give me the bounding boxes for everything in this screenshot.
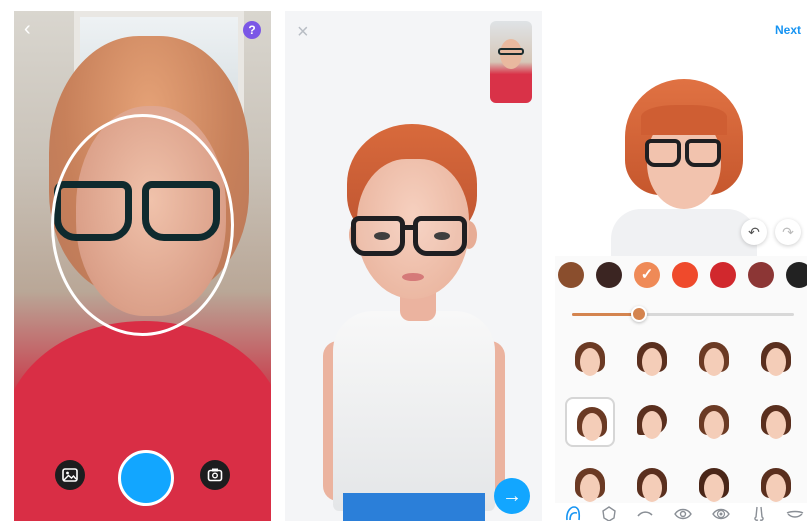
feature-tab-bar	[555, 503, 807, 521]
color-swatch[interactable]	[786, 262, 807, 288]
hair-icon[interactable]	[563, 505, 583, 521]
hairstyle-option[interactable]	[627, 334, 677, 384]
color-swatch-selected[interactable]: ✓	[634, 262, 660, 288]
hairstyle-option[interactable]	[689, 397, 739, 447]
avatar-glasses-bridge	[403, 225, 415, 230]
next-arrow-button[interactable]: →	[494, 478, 530, 514]
color-swatch[interactable]	[672, 262, 698, 288]
hair-shade-slider-knob[interactable]	[630, 306, 647, 322]
hairstyle-face	[582, 413, 602, 441]
hairstyle-face	[704, 411, 724, 439]
check-icon: ✓	[640, 266, 654, 283]
eye-icon[interactable]	[673, 505, 693, 521]
mouth-icon[interactable]	[785, 505, 805, 521]
hairstyle-face	[704, 348, 724, 376]
hairstyle-option[interactable]	[565, 334, 615, 384]
hairstyle-face	[642, 474, 662, 502]
hairstyle-face	[580, 474, 600, 502]
hairstyle-option[interactable]	[627, 397, 677, 447]
camera-panel: ‹ ?	[14, 11, 271, 521]
redo-icon[interactable]: ↷	[775, 219, 801, 245]
close-icon[interactable]: ×	[297, 22, 309, 42]
help-button[interactable]: ?	[243, 21, 261, 39]
preview-glasses-right	[685, 139, 721, 167]
capture-button[interactable]	[118, 450, 174, 506]
hairstyle-option[interactable]	[689, 334, 739, 384]
preview-glasses-left	[645, 139, 681, 167]
avatar-glasses-left	[351, 216, 405, 256]
hairstyle-face	[766, 411, 786, 439]
next-button[interactable]: Next	[775, 23, 801, 37]
eye-color-icon[interactable]	[711, 505, 731, 521]
avatar-tshirt	[333, 311, 495, 511]
hairstyle-option[interactable]	[751, 334, 801, 384]
camera-flip-icon	[207, 468, 223, 482]
hairstyle-face	[580, 348, 600, 376]
hairstyle-face	[704, 474, 724, 502]
color-swatch[interactable]	[748, 262, 774, 288]
color-swatch[interactable]	[710, 262, 736, 288]
color-swatch[interactable]	[596, 262, 622, 288]
preview-bangs	[641, 105, 727, 135]
face-guide-oval	[51, 114, 234, 336]
flip-camera-button[interactable]	[200, 460, 230, 490]
chevron-left-icon[interactable]: ‹	[24, 19, 31, 39]
undo-icon[interactable]: ↶	[741, 219, 767, 245]
avatar-preview-panel: × →	[285, 11, 542, 521]
avatar-pants	[343, 493, 485, 521]
photo-thumbnail[interactable]	[490, 21, 532, 103]
color-swatch[interactable]	[558, 262, 584, 288]
hairstyle-option-selected[interactable]	[565, 397, 615, 447]
hair-shade-slider-fill	[572, 313, 639, 316]
avatar-editor-panel: Next ↶ ↷ ✓	[555, 11, 807, 521]
hairstyle-face	[642, 348, 662, 376]
editor-preview: Next ↶ ↷	[555, 11, 807, 269]
hair-editor: ✓	[555, 256, 807, 521]
hairstyle-option[interactable]	[751, 397, 801, 447]
avatar-mouth	[402, 273, 424, 281]
gallery-icon	[62, 468, 78, 482]
eyebrow-icon[interactable]	[635, 505, 655, 521]
hairstyle-face	[642, 411, 662, 439]
avatar-glasses-right	[413, 216, 467, 256]
hairstyle-face	[766, 474, 786, 502]
gallery-button[interactable]	[55, 460, 85, 490]
nose-icon[interactable]	[749, 505, 769, 521]
thumbnail-glasses	[498, 48, 524, 55]
hairstyle-face	[766, 348, 786, 376]
face-shape-icon[interactable]	[599, 505, 619, 521]
